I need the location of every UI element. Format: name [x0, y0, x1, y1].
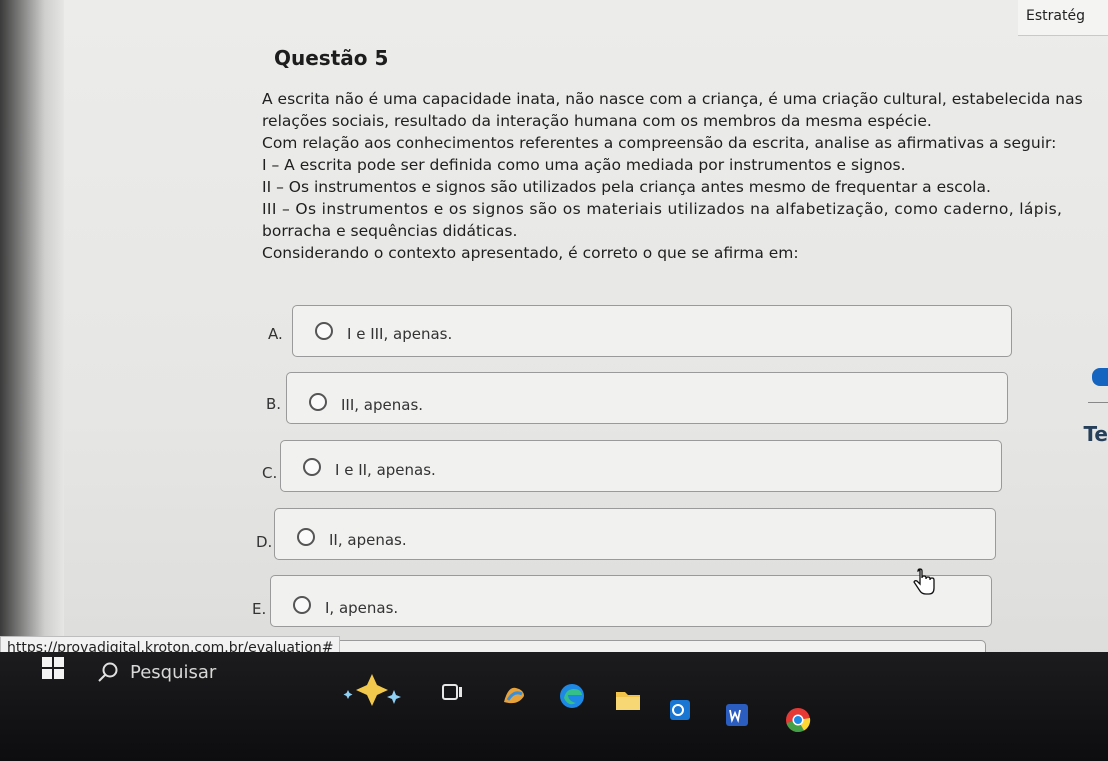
option-c-letter: C.: [262, 464, 278, 482]
windows-start-icon[interactable]: [42, 657, 64, 679]
option-a-letter: A.: [268, 325, 283, 343]
option-e-radio[interactable]: [293, 596, 311, 614]
edge-icon[interactable]: [558, 682, 586, 710]
statement-3: III – Os instrumentos e os signos são os…: [262, 200, 1063, 218]
browser-tab[interactable]: Estratég: [1018, 0, 1108, 36]
search-icon[interactable]: [96, 660, 120, 684]
copilot-icon[interactable]: [338, 672, 408, 708]
option-d-text: II, apenas.: [329, 531, 407, 549]
question-line: relações sociais, resultado da interação…: [262, 112, 932, 130]
statement-3-cont: borracha e sequências didáticas.: [262, 222, 518, 240]
side-panel-label: Te: [1083, 422, 1108, 446]
option-a-radio[interactable]: [315, 322, 333, 340]
option-d[interactable]: II, apenas.: [274, 508, 996, 560]
option-e-text: I, apenas.: [325, 599, 399, 617]
file-explorer-icon[interactable]: [614, 688, 642, 712]
task-view-icon[interactable]: [440, 680, 464, 704]
statement-2: II – Os instrumentos e signos são utiliz…: [262, 178, 991, 196]
option-c-radio[interactable]: [303, 458, 321, 476]
option-a[interactable]: I e III, apenas.: [292, 305, 1012, 357]
option-d-radio[interactable]: [297, 528, 315, 546]
option-b-letter: B.: [266, 395, 282, 413]
question-prompt: Considerando o contexto apresentado, é c…: [262, 244, 799, 262]
option-b-text: III, apenas.: [341, 396, 424, 414]
browser-tab-title: Estratég: [1026, 8, 1085, 24]
option-e[interactable]: I, apenas.: [270, 575, 992, 627]
question-line: Com relação aos conhecimentos referentes…: [262, 134, 1057, 152]
question-line: A escrita não é uma capacidade inata, nã…: [262, 90, 1083, 108]
word-icon[interactable]: [724, 702, 750, 728]
option-c-text: I e II, apenas.: [335, 461, 436, 479]
hand-cursor-icon: [913, 568, 935, 595]
outlook-icon[interactable]: [668, 698, 692, 722]
side-divider: [1088, 402, 1108, 403]
option-e-letter: E.: [252, 600, 267, 618]
option-b-radio[interactable]: [309, 393, 327, 411]
option-d-letter: D.: [256, 533, 273, 551]
widgets-icon[interactable]: [500, 682, 528, 708]
option-b[interactable]: III, apenas.: [286, 372, 1008, 424]
screen-edge: [0, 0, 64, 690]
question-title: Questão 5: [274, 46, 389, 70]
chrome-icon[interactable]: [784, 706, 812, 734]
option-c[interactable]: I e II, apenas.: [280, 440, 1002, 492]
side-panel-button[interactable]: [1092, 368, 1108, 386]
question-body: A escrita não é uma capacidade inata, nã…: [262, 88, 1083, 264]
taskbar-search[interactable]: Pesquisar: [130, 662, 216, 683]
option-a-text: I e III, apenas.: [347, 325, 453, 343]
statement-1: I – A escrita pode ser definida como uma…: [262, 156, 906, 174]
